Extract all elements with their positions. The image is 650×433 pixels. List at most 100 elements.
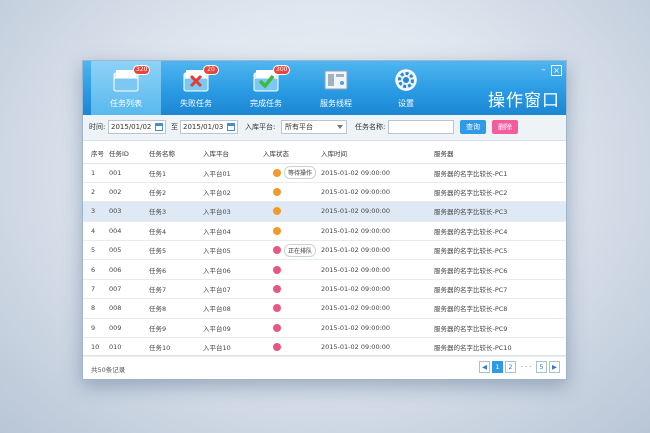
page-button[interactable]: 5 [536,361,547,373]
row-no: 7 [91,285,96,294]
server-icon [324,70,348,90]
table-row[interactable]: 10 010 任务10 入平台10 2015-01-02 09:00:00 服务器的名字比… [83,338,566,357]
row-platform: 入平台03 [203,208,231,217]
row-server: 服务器的名字比较长-PC4 [434,227,508,236]
row-time: 2015-01-02 09:00:00 [321,343,391,352]
row-status [263,318,321,337]
page-button[interactable]: 1 [492,361,503,373]
row-time: 2015-01-02 09:00:00 [321,168,391,177]
query-button[interactable]: 查询 [460,120,486,134]
nav-label: 设置 [398,99,414,108]
close-button[interactable]: × [551,65,562,76]
end-date-input[interactable]: 2015/01/03 [180,120,238,134]
row-time: 2015-01-02 09:00:00 [321,323,391,332]
platform-label: 入库平台: [245,123,276,131]
page-button[interactable]: 2 [505,361,516,373]
table-row[interactable]: 3 003 任务3 入平台03 2015-01-02 09:00:00 服务器的名字比较长… [83,201,566,222]
next-page-button[interactable]: ▶ [549,361,560,373]
row-platform: 入平台06 [203,266,231,275]
row-server: 服务器的名字比较长-PC7 [434,286,508,295]
status-dot [273,188,281,197]
row-no: 9 [91,323,96,332]
nav-failed-tasks[interactable]: 20 失败任务 [161,61,231,115]
row-time: 2015-01-02 09:00:00 [321,226,391,235]
nav-service-threads[interactable]: 服务线程 [301,61,371,115]
row-server: 服务器的名字比较长-PC8 [434,305,508,314]
row-server: 服务器的名字比较长-PC2 [434,189,508,198]
row-task-name: 任务2 [149,189,167,198]
row-no: 3 [91,207,96,216]
task-window: 320 任务列表 20 失败任务 300 完成任务 服务线程 设置 – × 操作… [82,60,567,380]
status-dot [273,246,281,255]
row-no: 1 [91,168,96,177]
nav-label: 任务列表 [110,99,142,108]
end-date-value: 2015/01/03 [183,123,224,131]
status-dot [273,323,281,332]
start-date-input[interactable]: 2015/01/02 [108,120,166,134]
nav-label: 完成任务 [250,99,282,108]
status-dot [273,304,281,313]
status-dot [273,265,281,274]
task-name-input[interactable] [388,120,454,134]
nav-label: 服务线程 [320,99,352,108]
row-task-name: 任务5 [149,247,167,256]
row-time: 2015-01-02 09:00:00 [321,304,391,313]
row-time: 2015-01-02 09:00:00 [321,188,391,197]
row-time: 2015-01-02 09:00:00 [321,285,391,294]
table-row[interactable]: 8 008 任务8 入平台08 2015-01-02 09:00:00 服务器的名字比较长… [83,299,566,319]
minimize-button[interactable]: – [538,65,549,76]
status-tooltip: 正在排队 [284,243,317,257]
row-task-id: 009 [109,323,122,332]
col-header: 序号 [83,143,109,164]
row-server: 服务器的名字比较长-PC10 [434,344,512,353]
row-status [263,279,321,298]
platform-select[interactable]: 所有平台 [281,120,347,134]
row-platform: 入平台09 [203,324,231,333]
calendar-icon[interactable] [227,123,235,131]
row-status [263,299,321,318]
col-header: 入库状态 [263,143,321,164]
row-server: 服务器的名字比较长-PC3 [434,208,508,217]
table-row[interactable]: 5 005 任务5 入平台05 正在排队 2015-01-02 09:00:00 服务器的名… [83,241,566,260]
table-row[interactable]: 1 001 任务1 入平台01 等待操作 2015-01-02 09:00:00 服务器的名… [83,163,566,183]
row-task-name: 任务6 [149,266,167,275]
row-task-name: 任务1 [149,169,167,178]
status-dot [273,343,281,352]
row-no: 8 [91,304,96,313]
time-label: 时间: [89,123,106,131]
row-no: 6 [91,265,96,274]
main-nav: 320 任务列表 20 失败任务 300 完成任务 服务线程 设置 [91,61,441,115]
row-time: 2015-01-02 09:00:00 [321,246,391,255]
status-dot [273,207,281,216]
row-task-name: 任务3 [149,208,167,217]
row-platform: 入平台08 [203,305,231,314]
col-header: 服务器 [434,143,566,164]
status-dot [273,285,281,294]
row-server: 服务器的名字比较长-PC6 [434,266,508,275]
row-task-id: 008 [109,304,122,313]
nav-settings[interactable]: 设置 [371,61,441,115]
prev-page-button[interactable]: ◀ [479,361,490,373]
col-header: 任务名称 [149,143,203,164]
table-row[interactable]: 2 002 任务2 入平台02 2015-01-02 09:00:00 服务器的名字比较长… [83,182,566,202]
table-row[interactable]: 6 006 任务6 入平台06 2015-01-02 09:00:00 服务器的名字比较长… [83,260,566,280]
table-row[interactable]: 9 009 任务9 入平台09 2015-01-02 09:00:00 服务器的名字比较长… [83,318,566,338]
nav-completed-tasks[interactable]: 300 完成任务 [231,61,301,115]
to-label: 至 [171,123,178,131]
table-row[interactable]: 7 007 任务7 入平台07 2015-01-02 09:00:00 服务器的名字比较长… [83,279,566,299]
row-platform: 入平台04 [203,227,231,236]
task-table: 序号 任务ID 任务名称 入库平台 入库状态 入库时间 服务器 1 001 任务1 入… [83,143,566,357]
chevron-down-icon [337,125,343,129]
table-footer: 共50条记录 ◀ 1 2 - - - 5 ▶ [83,355,566,379]
row-platform: 入平台07 [203,286,231,295]
row-task-id: 007 [109,285,122,294]
page-ellipsis: - - - [520,362,532,370]
row-task-id: 001 [109,168,122,177]
delete-button[interactable]: 删除 [492,120,518,134]
calendar-icon[interactable] [155,123,163,131]
table-row[interactable]: 4 004 任务4 入平台04 2015-01-02 09:00:00 服务器的名字比较长… [83,221,566,241]
start-date-value: 2015/01/02 [111,123,152,131]
row-task-id: 005 [109,246,122,255]
nav-task-list[interactable]: 320 任务列表 [91,61,161,115]
row-task-name: 任务9 [149,324,167,333]
